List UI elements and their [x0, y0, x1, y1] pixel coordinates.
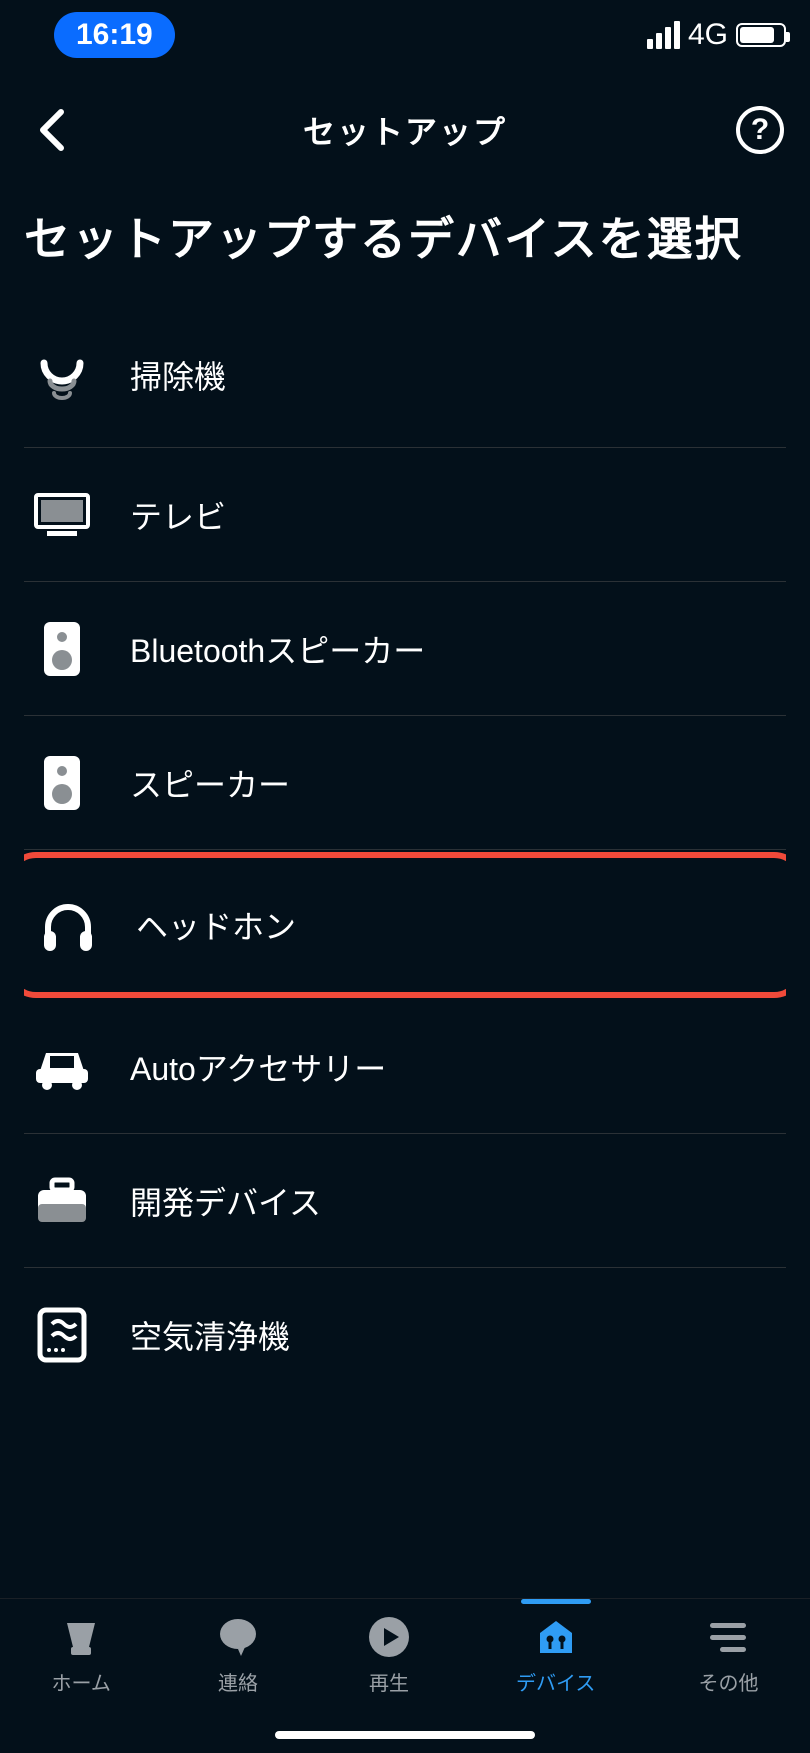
device-label: 開発デバイス — [130, 1178, 321, 1224]
battery-icon — [736, 23, 786, 47]
status-time: 16:19 — [54, 12, 175, 58]
car-icon — [32, 1037, 92, 1097]
device-label: テレビ — [130, 492, 226, 538]
tab-more[interactable]: その他 — [698, 1613, 758, 1696]
help-button[interactable]: ? — [736, 106, 784, 154]
tab-devices[interactable]: デバイス — [516, 1613, 595, 1696]
device-label: 空気清浄機 — [130, 1312, 290, 1358]
device-item-headphones[interactable]: ヘッドホン — [24, 858, 786, 992]
tab-label: ホーム — [52, 1667, 111, 1696]
device-label: Autoアクセサリー — [130, 1044, 386, 1090]
tab-label: デバイス — [516, 1667, 595, 1696]
device-item-auto[interactable]: Autoアクセサリー — [24, 1000, 786, 1134]
tv-icon — [32, 485, 92, 545]
tab-label: 連絡 — [218, 1667, 258, 1696]
chat-icon — [214, 1613, 262, 1661]
device-item-tv[interactable]: テレビ — [24, 448, 786, 582]
tab-label: その他 — [698, 1667, 758, 1696]
device-label: Bluetoothスピーカー — [130, 626, 425, 672]
tab-home[interactable]: ホーム — [52, 1613, 111, 1696]
toolbox-icon — [32, 1171, 92, 1231]
page-title: セットアップするデバイスを選択 — [24, 200, 786, 278]
nav-header: セットアップ ? — [0, 90, 810, 170]
device-label: 掃除機 — [130, 352, 226, 398]
device-item-bt-speaker[interactable]: Bluetoothスピーカー — [24, 582, 786, 716]
play-icon — [365, 1613, 413, 1661]
chevron-left-icon — [37, 108, 65, 152]
device-label: ヘッドホン — [136, 902, 296, 948]
tab-play[interactable]: 再生 — [365, 1613, 413, 1696]
tab-bar: ホーム 連絡 再生 デバイス その他 — [0, 1598, 810, 1753]
devices-icon — [532, 1613, 580, 1661]
tab-contact[interactable]: 連絡 — [214, 1613, 262, 1696]
nav-title: セットアップ — [303, 107, 507, 153]
device-item-air-purifier[interactable]: 空気清浄機 — [24, 1268, 786, 1402]
network-label: 4G — [688, 18, 728, 52]
home-indicator[interactable] — [275, 1731, 535, 1739]
home-icon — [57, 1613, 105, 1661]
status-bar: 16:19 4G — [0, 0, 810, 70]
device-label: スピーカー — [130, 760, 290, 806]
vacuum-icon — [32, 352, 92, 412]
tab-label: 再生 — [369, 1667, 409, 1696]
status-right: 4G — [647, 18, 786, 52]
back-button[interactable] — [26, 105, 76, 155]
menu-icon — [704, 1613, 752, 1661]
headphones-icon — [38, 895, 98, 955]
device-item-speaker[interactable]: スピーカー — [24, 716, 786, 850]
device-item-dev[interactable]: 開発デバイス — [24, 1134, 786, 1268]
highlighted-device: ヘッドホン — [24, 852, 786, 998]
device-item-vacuum[interactable]: 掃除機 — [24, 348, 786, 448]
speaker-icon — [32, 753, 92, 813]
signal-icon — [647, 21, 680, 49]
bluetooth-speaker-icon — [32, 619, 92, 679]
air-purifier-icon — [32, 1305, 92, 1365]
device-list: 掃除機 テレビ Bluetoothスピーカー — [24, 348, 786, 1598]
question-icon: ? — [751, 113, 769, 147]
